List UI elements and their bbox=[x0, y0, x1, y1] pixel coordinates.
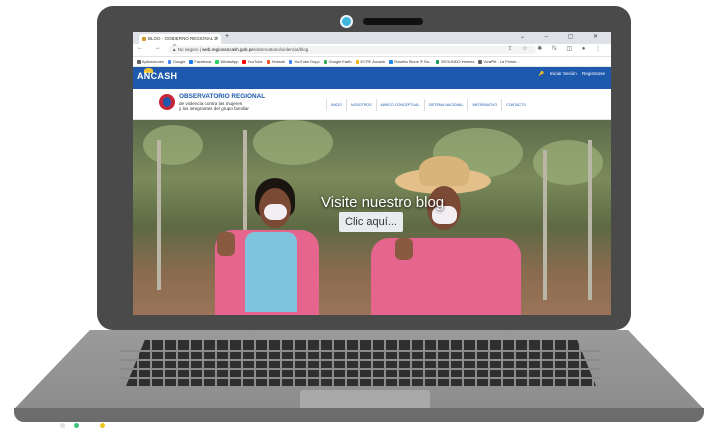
keyboard bbox=[126, 340, 596, 386]
bookmark-icon bbox=[266, 60, 271, 64]
hero-banner: Visite nuestro blog Clic aquí... bbox=[133, 120, 611, 315]
bookmark-icon bbox=[288, 60, 293, 64]
browser-tab-bar: BLOG - GOBIERNO REGIONAL D × + ⌄ – ▢ ✕ bbox=[133, 32, 611, 44]
bookmark-item[interactable]: Rosetta Stone ® Sa... bbox=[389, 57, 432, 66]
bookmark-icon bbox=[323, 60, 328, 64]
window-controls[interactable]: ⌄ – ▢ ✕ bbox=[520, 33, 607, 40]
browser-toolbar: ← → C ▲ No seguro | web.regionancash.gob… bbox=[133, 44, 611, 57]
bookmark-item[interactable]: YouTube Dupp bbox=[288, 57, 320, 66]
bookmarks-bar: Aplicaciones Google Facebook WhatsApp YouTub… bbox=[133, 57, 611, 67]
org-title: OBSERVATORIO REGIONAL bbox=[179, 93, 266, 100]
bookmark-item[interactable]: Aplicaciones bbox=[137, 57, 164, 66]
webcam-icon bbox=[340, 15, 353, 28]
register-link[interactable]: Registrarse bbox=[582, 71, 605, 76]
bookmark-icon bbox=[215, 60, 219, 64]
menu-item-marco-conceptual[interactable]: MARCO CONCEPTUAL bbox=[375, 99, 424, 111]
screen: BLOG - GOBIERNO REGIONAL D × + ⌄ – ▢ ✕ ←… bbox=[133, 32, 611, 315]
bookmark-item[interactable]: WhatsApp bbox=[215, 57, 238, 66]
ancash-logo[interactable]: ANCASH bbox=[137, 71, 177, 81]
menu-item-informativo[interactable]: INFORMATIVO bbox=[467, 99, 501, 111]
bookmark-item[interactable]: Hotmail bbox=[266, 57, 285, 66]
site-navigation: OBSERVATORIO REGIONAL de violencia contr… bbox=[133, 89, 611, 120]
bookmark-item[interactable]: Google bbox=[167, 57, 185, 66]
new-tab-button[interactable]: + bbox=[225, 33, 229, 40]
bookmark-item[interactable]: Google Earth bbox=[323, 57, 352, 66]
laptop-lid: BLOG - GOBIERNO REGIONAL D × + ⌄ – ▢ ✕ ←… bbox=[97, 6, 631, 330]
menu-item-inicio[interactable]: INICIO bbox=[326, 99, 346, 111]
bookmark-icon bbox=[137, 60, 141, 64]
laptop-base-edge bbox=[14, 408, 704, 422]
browser-tab[interactable]: BLOG - GOBIERNO REGIONAL D × bbox=[139, 34, 221, 44]
observatorio-logo-icon bbox=[159, 94, 175, 110]
site-top-bar: ANCASH 🔑 Iniciar Sesión Registrarse bbox=[133, 67, 611, 89]
address-bar[interactable]: ▲ No seguro | web.regionancash.gob.pe/ob… bbox=[168, 46, 536, 54]
tab-title: BLOG - GOBIERNO REGIONAL D bbox=[148, 36, 218, 41]
bookmark-icon bbox=[167, 60, 172, 64]
org-subtitle-line2: y los integrantes del grupo familiar bbox=[179, 106, 249, 111]
hero-heading: Visite nuestro blog bbox=[321, 194, 445, 211]
bookmark-item[interactable]: SEGUNDO emmas bbox=[435, 57, 474, 66]
login-link[interactable]: Iniciar Sesión bbox=[550, 71, 577, 76]
bookmark-icon bbox=[355, 60, 360, 64]
bookmark-item[interactable]: YouTube bbox=[242, 57, 263, 66]
key-icon: 🔑 bbox=[538, 71, 545, 76]
bookmark-icon bbox=[242, 60, 246, 64]
status-led-icon bbox=[100, 423, 105, 428]
url-host: web.regionancash.gob.pe bbox=[202, 47, 254, 52]
bookmark-item[interactable]: Facebook bbox=[189, 57, 211, 66]
bookmark-icon bbox=[478, 60, 482, 64]
menu-item-contacto[interactable]: CONTACTO bbox=[501, 99, 530, 111]
favicon-icon bbox=[142, 37, 146, 41]
trackpad bbox=[300, 390, 430, 410]
security-label: No seguro bbox=[177, 47, 199, 52]
menu-item-sistema-nacional[interactable]: SISTEMA NACIONAL bbox=[423, 99, 468, 111]
menu-item-nosotros[interactable]: NOSOTROS bbox=[345, 99, 376, 111]
sensor-bar bbox=[363, 18, 423, 25]
main-menu: INICIO NOSOTROS MARCO CONCEPTUAL SISTEMA… bbox=[326, 99, 530, 111]
status-led-icon bbox=[60, 423, 65, 428]
bookmark-icon bbox=[189, 60, 193, 64]
bookmark-item[interactable]: VivaPlit - La Primer... bbox=[478, 57, 520, 66]
bookmark-item[interactable]: ECPE Áncash bbox=[355, 57, 385, 66]
close-tab-icon[interactable]: × bbox=[215, 34, 218, 44]
hero-cta-button[interactable]: Clic aquí... bbox=[339, 212, 403, 232]
url-path: /observatorio/violencia/blog bbox=[253, 47, 309, 52]
status-led-icon bbox=[74, 423, 79, 428]
bookmark-icon bbox=[389, 60, 393, 64]
login-links: 🔑 Iniciar Sesión Registrarse bbox=[535, 71, 605, 77]
extension-icons[interactable]: ⇪ ☆ ✱ ℕ ◫ ● ⋮ bbox=[507, 45, 605, 52]
bookmark-icon bbox=[435, 60, 440, 64]
